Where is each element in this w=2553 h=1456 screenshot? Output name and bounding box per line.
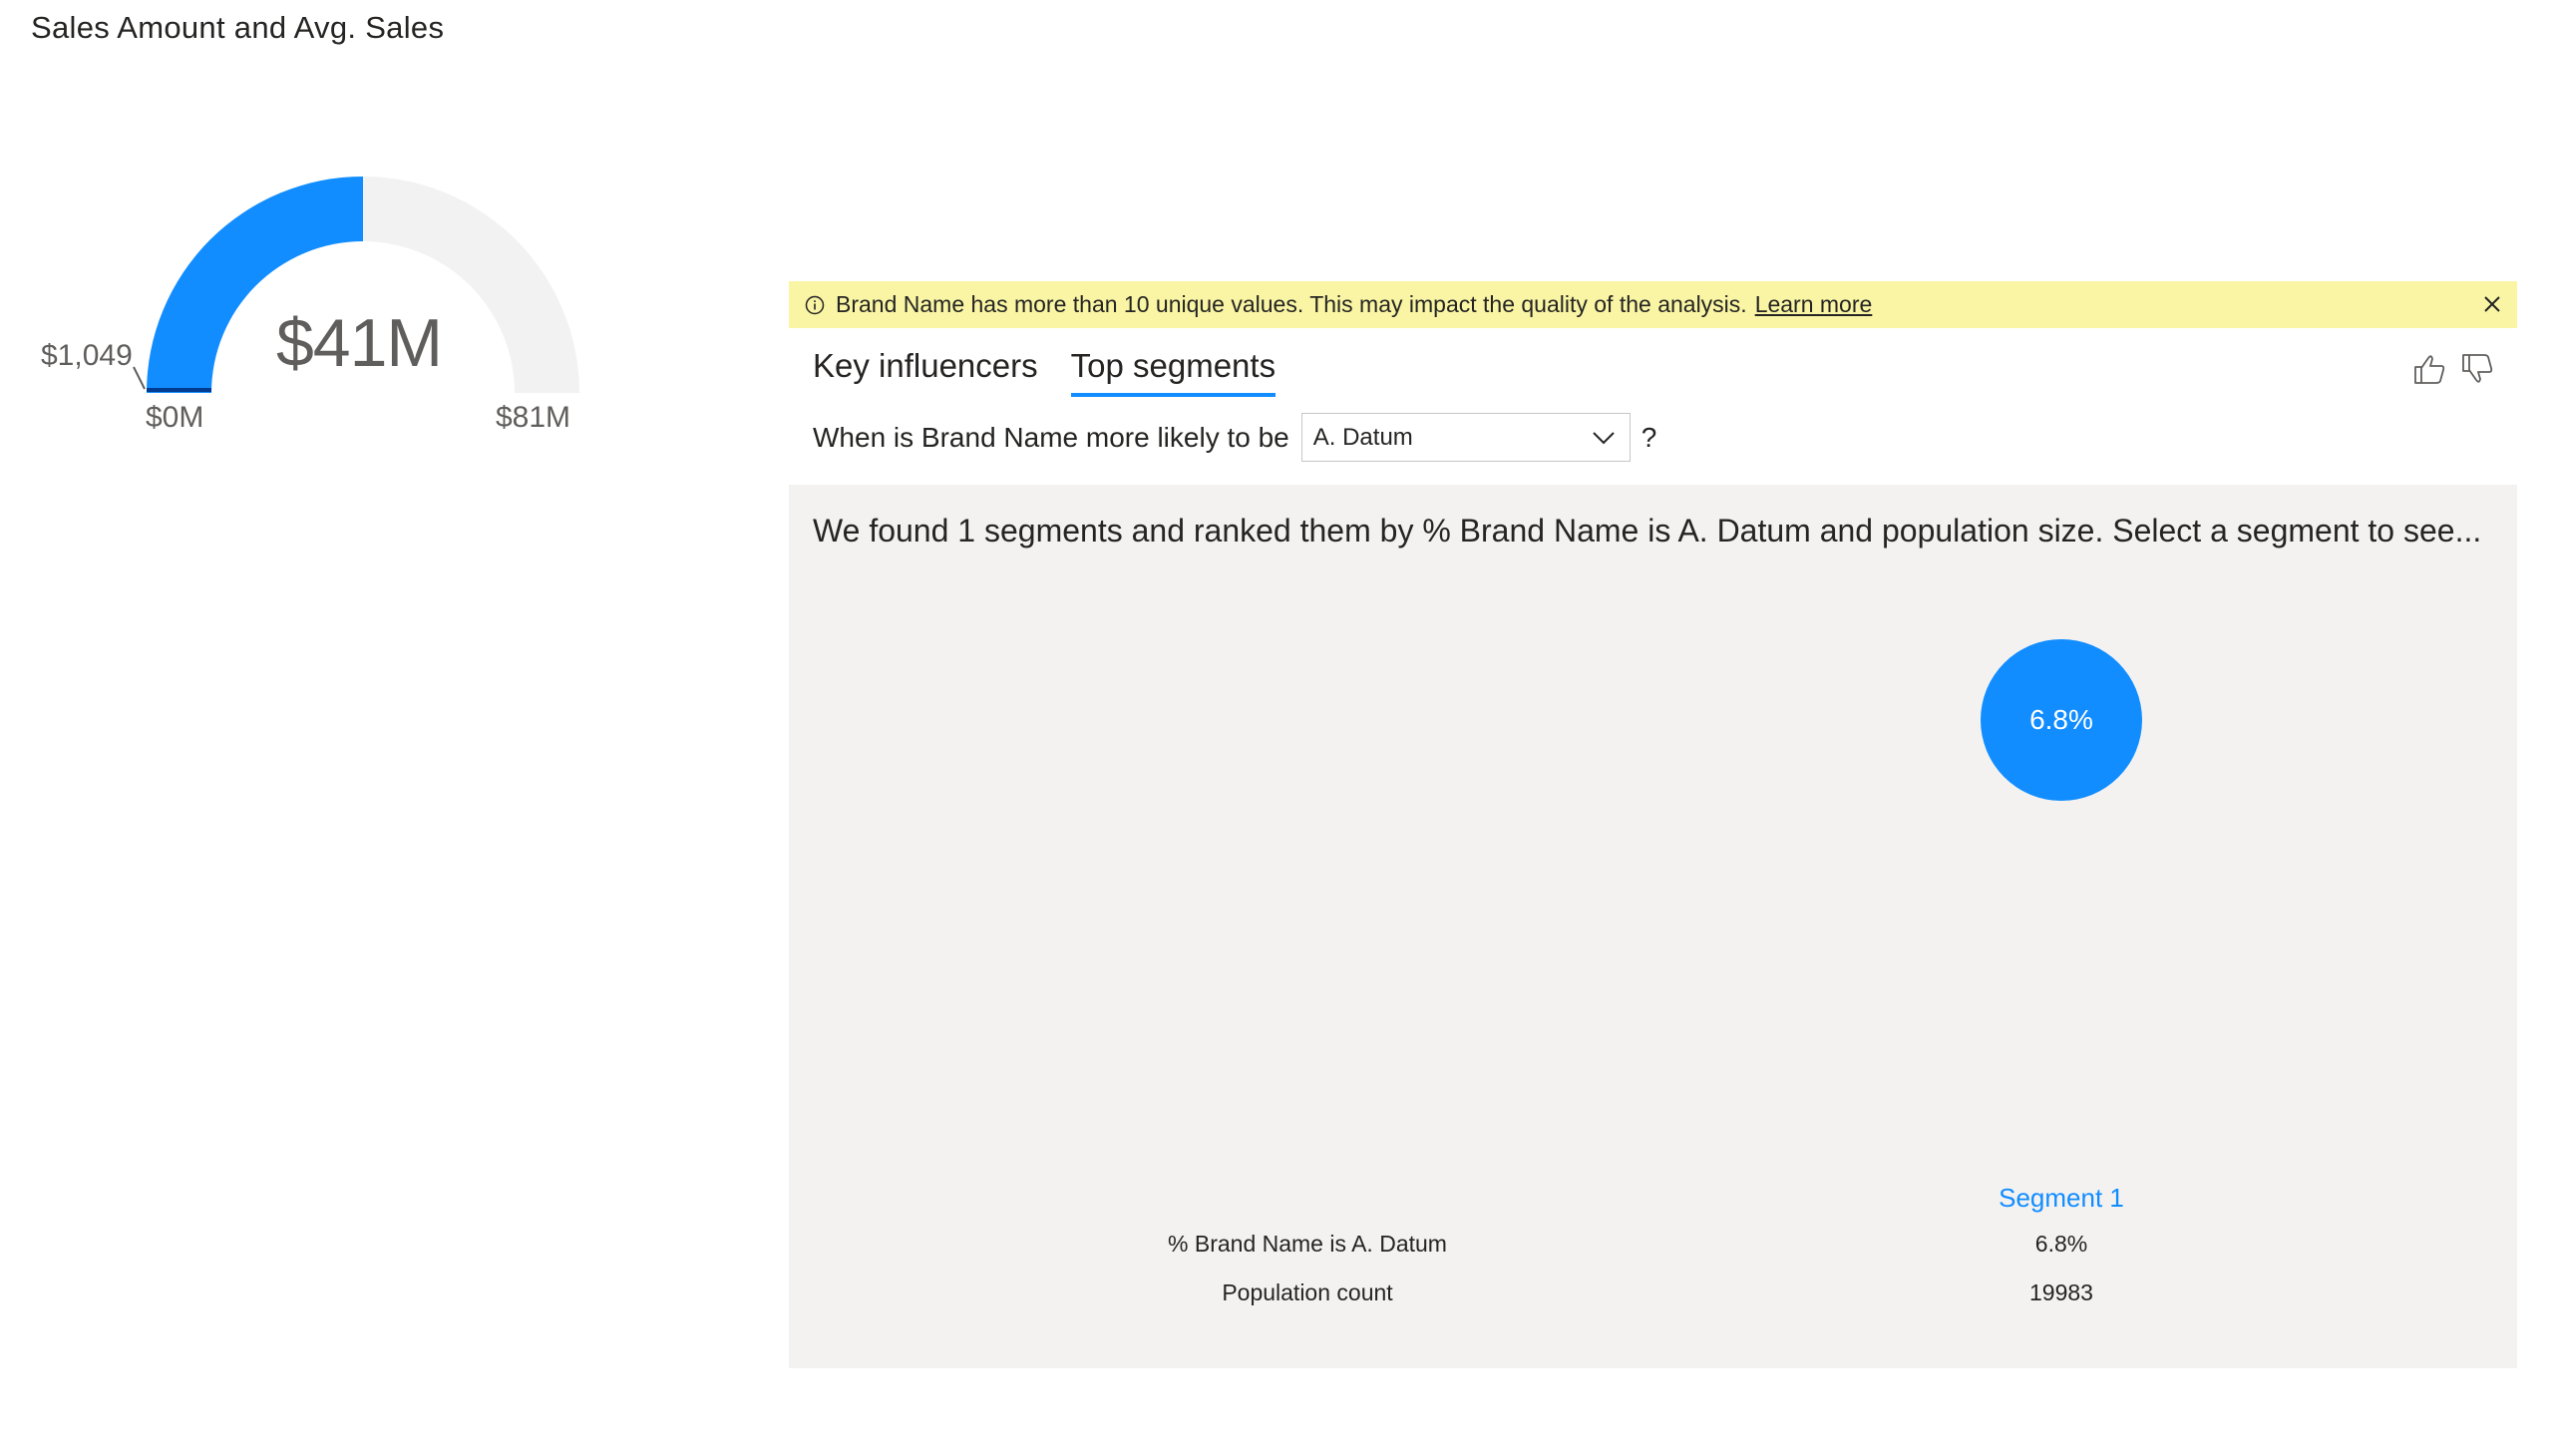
gauge-min-label: $0M: [146, 401, 204, 434]
population-row-value: 19983: [2029, 1279, 2093, 1305]
warning-banner: Brand Name has more than 10 unique value…: [789, 281, 2517, 328]
close-icon[interactable]: [2479, 291, 2505, 317]
value-dropdown[interactable]: A. Datum: [1300, 413, 1631, 462]
segment-header[interactable]: Segment 1: [1962, 1183, 2161, 1214]
learn-more-link[interactable]: Learn more: [1755, 291, 1873, 318]
gauge-title: Sales Amount and Avg. Sales: [31, 10, 445, 45]
tab-bar: Key influencers Top segments: [813, 347, 1308, 397]
population-row-label: Population count: [1222, 1279, 1393, 1305]
thumbs-down-icon[interactable]: [2457, 349, 2497, 389]
percent-row-label: % Brand Name is A. Datum: [1168, 1231, 1447, 1257]
segment-bubble[interactable]: 6.8%: [1981, 639, 2142, 801]
gauge-value: $41M: [275, 305, 443, 381]
segments-summary: We found 1 segments and ranked them by %…: [813, 513, 2482, 548]
tab-key-influencers[interactable]: Key influencers: [813, 347, 1038, 397]
warning-text: Brand Name has more than 10 unique value…: [836, 291, 1747, 317]
percent-row-value: 6.8%: [2034, 1231, 2088, 1257]
feedback-buttons: [2401, 349, 2497, 389]
chevron-down-icon: [1592, 424, 1616, 452]
gauge-target-label: $1,049: [41, 339, 133, 372]
question-prefix: When is Brand Name more likely to be: [813, 421, 1289, 453]
tab-top-segments[interactable]: Top segments: [1070, 347, 1276, 397]
key-influencers-visual: Brand Name has more than 10 unique value…: [789, 281, 2517, 1368]
info-icon: [805, 295, 825, 315]
question-row: When is Brand Name more likely to be A. …: [813, 413, 1656, 462]
thumbs-up-icon[interactable]: [2409, 349, 2449, 389]
report-page: Sales Amount and Avg. Sales $41M $1,049 …: [0, 0, 2553, 1456]
question-mark: ?: [1641, 421, 1657, 453]
gauge-target-tick: [133, 366, 146, 390]
dropdown-selected-value: A. Datum: [1312, 423, 1413, 451]
segments-panel: We found 1 segments and ranked them by %…: [789, 485, 2517, 1368]
gauge-max-label: $81M: [496, 401, 571, 434]
